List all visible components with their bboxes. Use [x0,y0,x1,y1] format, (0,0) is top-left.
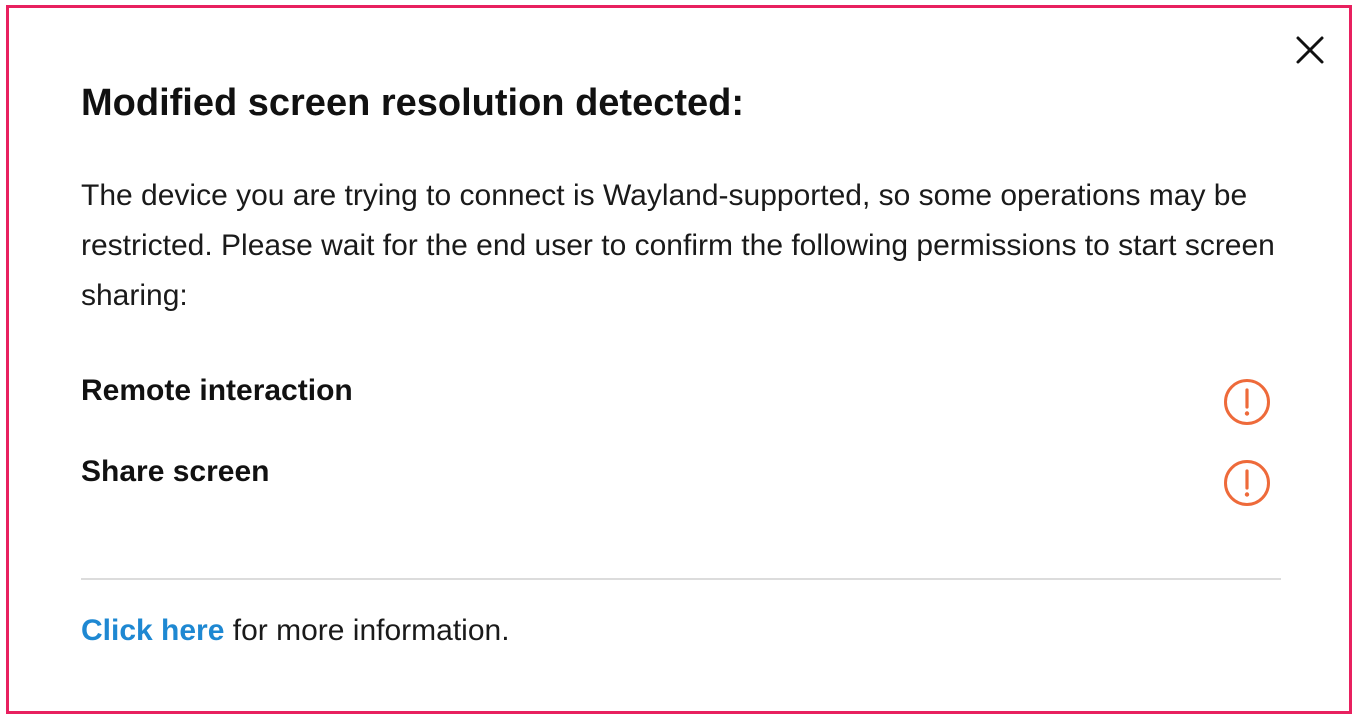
permission-row-share-screen: Share screen [81,451,1271,506]
divider [81,578,1281,580]
footer-text: for more information. [224,614,510,647]
dialog-description: The device you are trying to connect is … [81,179,1275,312]
more-info-link[interactable]: Click here [81,614,224,647]
warning-circle-icon [1224,460,1270,506]
permission-dialog: Modified screen resolution detected: The… [6,5,1352,714]
close-button[interactable] [1292,32,1328,68]
permission-label: Share screen [81,455,270,488]
dialog-title: Modified screen resolution detected: [81,82,744,124]
permission-row-remote-interaction: Remote interaction [81,370,1271,425]
close-icon [1296,36,1324,64]
warning-circle-icon [1224,379,1270,425]
permission-label: Remote interaction [81,374,353,407]
footer-info: Click here for more information. [81,614,510,648]
